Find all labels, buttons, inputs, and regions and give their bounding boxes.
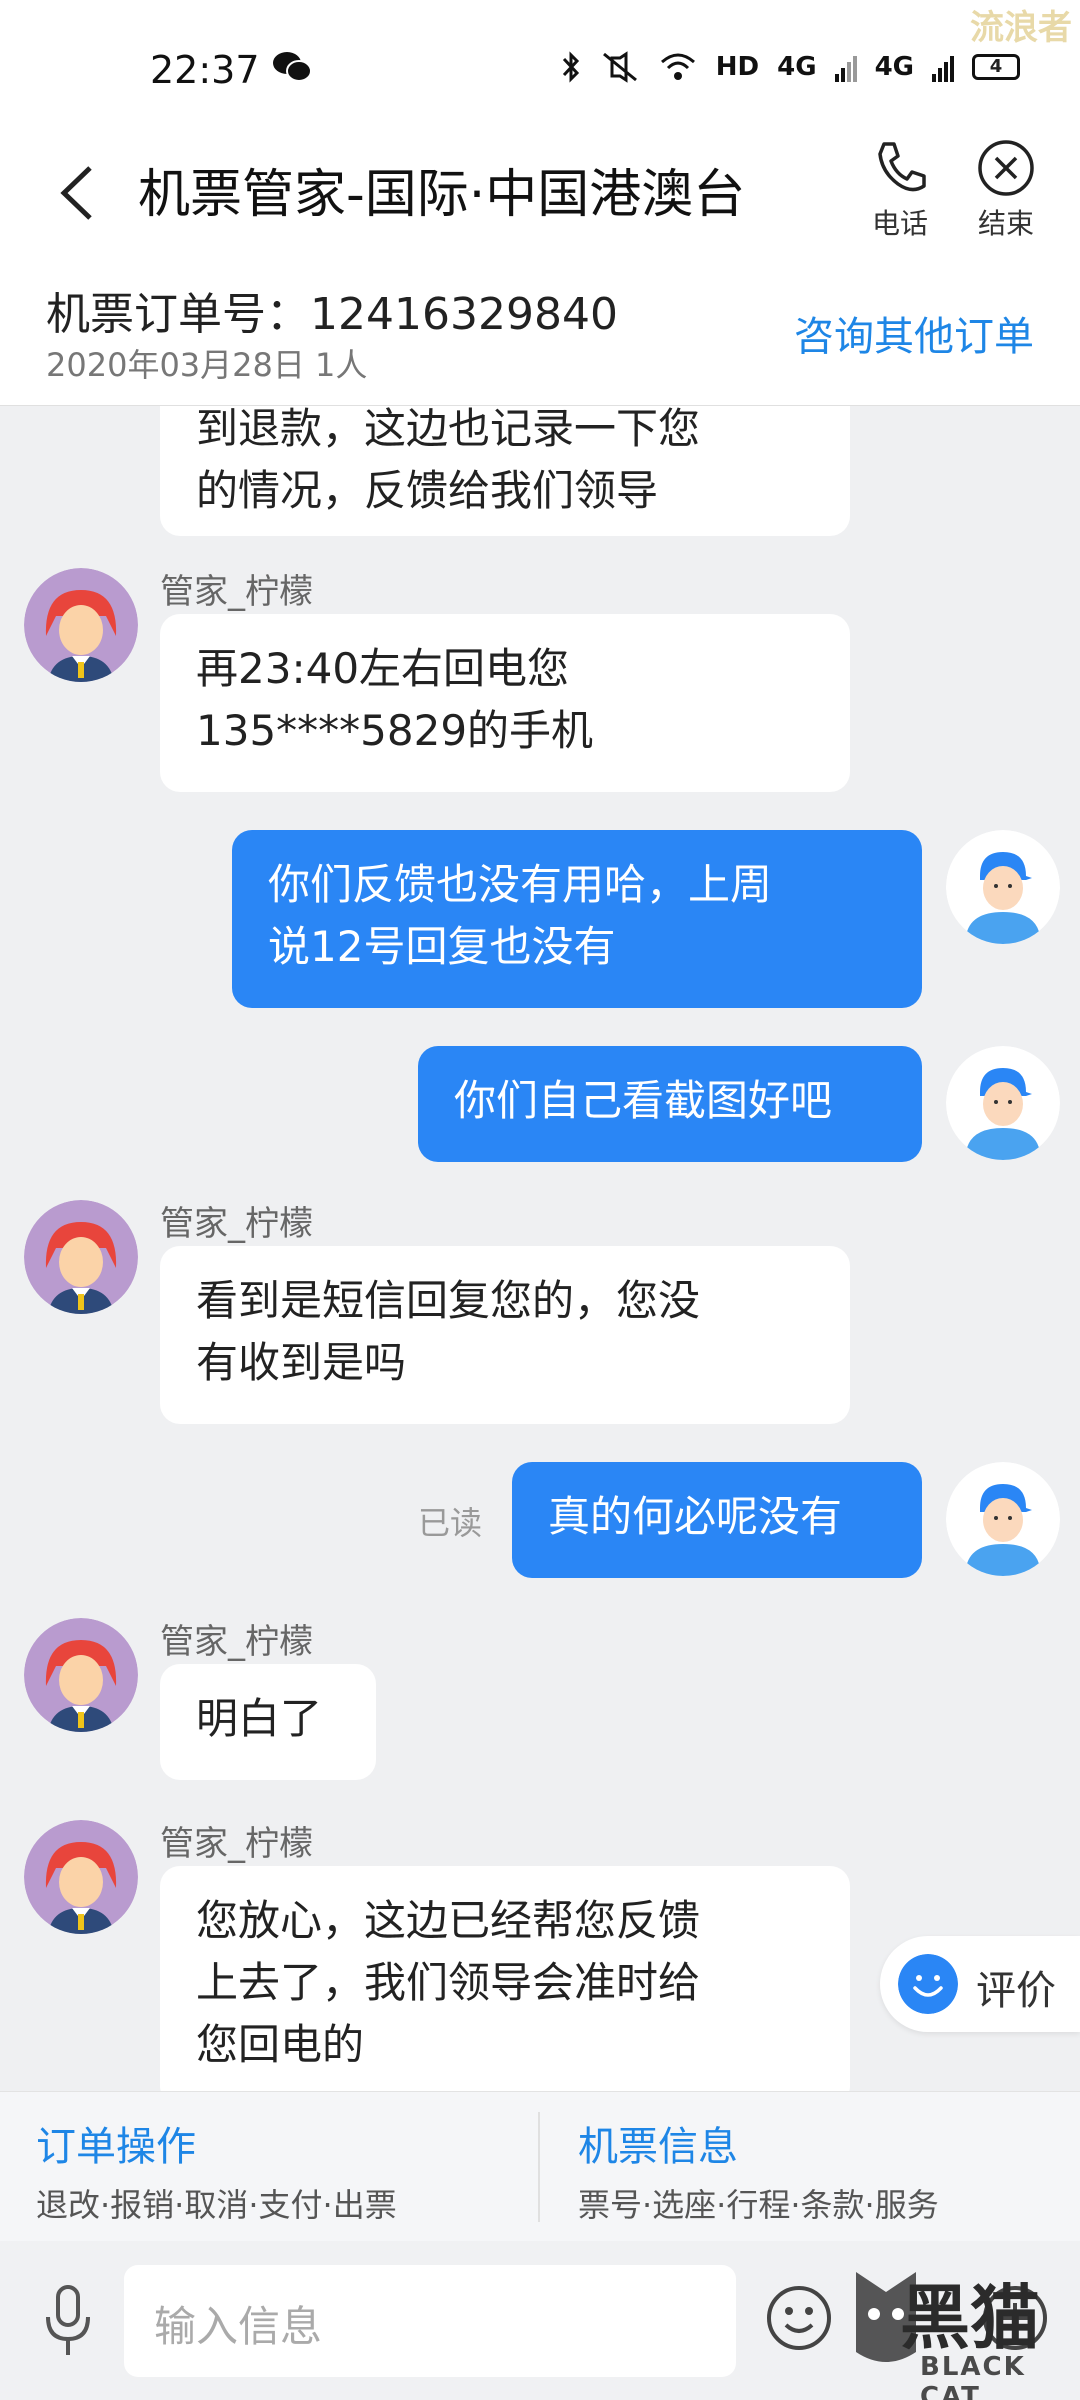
message-text: 您放心，这边已经帮您反馈 xyxy=(196,1896,701,1945)
microphone-icon[interactable] xyxy=(40,2283,96,2359)
read-receipt: 已读 xyxy=(418,1504,483,1542)
message-text: 到退款，这边也记录一下您 xyxy=(196,406,701,453)
call-button[interactable]: 电话 xyxy=(850,138,950,242)
chat-area[interactable]: 到退款，这边也记录一下您 的情况，反馈给我们领导 管家_柠檬 再23:40左右回… xyxy=(0,406,1080,2091)
agent-avatar[interactable] xyxy=(24,568,138,682)
message-input[interactable]: 输入信息 xyxy=(124,2265,736,2377)
user-avatar[interactable] xyxy=(946,830,1060,944)
sender-name: 管家_柠檬 xyxy=(160,1622,313,1662)
order-date: 2020年03月28日 1人 xyxy=(46,346,368,384)
message-bubble-in: 再23:40左右回电您 135****5829的手机 xyxy=(160,614,850,792)
message-bubble-in: 您放心，这边已经帮您反馈 上去了，我们领导会准时给 您回电的 xyxy=(160,1866,850,2091)
end-label: 结束 xyxy=(977,207,1034,240)
signal-2: 4G xyxy=(874,52,914,82)
wifi-icon xyxy=(660,53,695,80)
rate-button[interactable]: 评价 xyxy=(880,1936,1080,2032)
message-text: 上去了，我们领导会准时给 xyxy=(196,1958,701,2007)
message-text: 的情况，反馈给我们领导 xyxy=(196,466,659,515)
message-text: 看到是短信回复您的，您没 xyxy=(196,1276,701,1325)
user-avatar[interactable] xyxy=(946,1046,1060,1160)
message-text: 你们自己看截图好吧 xyxy=(454,1076,833,1125)
hd-label: HD xyxy=(715,52,760,82)
sender-name: 管家_柠檬 xyxy=(160,1824,313,1864)
message-bubble-in: 到退款，这边也记录一下您 的情况，反馈给我们领导 xyxy=(160,406,850,536)
battery-icon: 4 xyxy=(972,54,1020,80)
page-title: 机票管家-国际·中国港澳台 xyxy=(138,165,746,225)
status-time: 22:37 xyxy=(150,48,260,92)
agent-avatar[interactable] xyxy=(24,1200,138,1314)
order-operations-sub: 退改·报销·取消·支付·出票 xyxy=(36,2186,397,2224)
user-avatar-icon xyxy=(946,830,1060,944)
chat-header: 机票管家-国际·中国港澳台 电话 结束 xyxy=(0,130,1080,260)
function-panel: 订单操作 退改·报销·取消·支付·出票 机票信息 票号·选座·行程·条款·服务 xyxy=(0,2091,1080,2241)
agent-avatar-icon xyxy=(24,1200,138,1314)
wechat-icon xyxy=(273,52,312,82)
bluetooth-icon xyxy=(562,51,579,83)
back-icon[interactable] xyxy=(50,158,110,228)
status-icons: HD 4G 4G 4 xyxy=(560,50,1020,84)
agent-avatar[interactable] xyxy=(24,1820,138,1934)
panel-divider xyxy=(538,2112,540,2222)
message-bubble-out: 你们自己看截图好吧 xyxy=(418,1046,922,1162)
consult-other-orders-link[interactable]: 咨询其他订单 xyxy=(794,304,1034,362)
message-text: 有收到是吗 xyxy=(196,1338,407,1387)
smile-icon xyxy=(898,1954,958,2014)
agent-avatar-icon xyxy=(24,1820,138,1934)
emoji-icon[interactable] xyxy=(764,2283,834,2353)
signal-bars-icon xyxy=(834,56,857,82)
rate-label: 评价 xyxy=(976,1968,1056,2014)
watermark-big-text: 黑猫 xyxy=(900,2277,1040,2359)
end-button[interactable]: 结束 xyxy=(956,138,1056,242)
signal-bars-2-icon xyxy=(932,56,954,82)
watermark-small-text: BLACK CAT xyxy=(920,2352,1026,2400)
message-bubble-out: 真的何必呢没有 xyxy=(512,1462,922,1578)
user-avatar-icon xyxy=(946,1462,1060,1576)
order-info-bar: 机票订单号：12416329840 2020年03月28日 1人 咨询其他订单 xyxy=(0,260,1080,406)
message-bubble-in: 明白了 xyxy=(160,1664,376,1780)
user-avatar[interactable] xyxy=(946,1462,1060,1576)
order-number: 机票订单号：12416329840 xyxy=(46,289,618,340)
close-circle-icon xyxy=(978,140,1034,196)
agent-avatar[interactable] xyxy=(24,1618,138,1732)
phone-icon xyxy=(878,142,926,192)
message-text: 你们反馈也没有用哈，上周 xyxy=(268,860,773,909)
message-text: 135****5829的手机 xyxy=(196,706,594,755)
agent-avatar-icon xyxy=(24,568,138,682)
message-bubble-in: 看到是短信回复您的，您没 有收到是吗 xyxy=(160,1246,850,1424)
order-operations-button[interactable]: 订单操作 退改·报销·取消·支付·出票 xyxy=(36,2114,397,2226)
signal-1: 4G xyxy=(777,52,817,82)
ticket-info-sub: 票号·选座·行程·条款·服务 xyxy=(578,2186,939,2224)
status-bar: 22:37 HD 4G 4G 4 流浪者 xyxy=(0,0,1080,130)
message-text: 再23:40左右回电您 xyxy=(196,644,570,693)
message-text: 真的何必呢没有 xyxy=(548,1492,843,1541)
message-text: 明白了 xyxy=(196,1694,323,1743)
message-text: 说12号回复也没有 xyxy=(268,922,616,971)
ticket-info-button[interactable]: 机票信息 票号·选座·行程·条款·服务 xyxy=(578,2114,939,2226)
message-text: 您回电的 xyxy=(196,2020,365,2069)
ticket-info-title: 机票信息 xyxy=(578,2124,738,2170)
user-avatar-icon xyxy=(946,1046,1060,1160)
sender-name: 管家_柠檬 xyxy=(160,572,313,612)
order-operations-title: 订单操作 xyxy=(36,2124,196,2170)
message-bubble-out: 你们反馈也没有用哈，上周 说12号回复也没有 xyxy=(232,830,922,1008)
agent-avatar-icon xyxy=(24,1618,138,1732)
watermark-text: 流浪者 xyxy=(970,8,1072,48)
mute-icon xyxy=(602,51,637,83)
sender-name: 管家_柠檬 xyxy=(160,1204,313,1244)
call-label: 电话 xyxy=(871,207,928,240)
